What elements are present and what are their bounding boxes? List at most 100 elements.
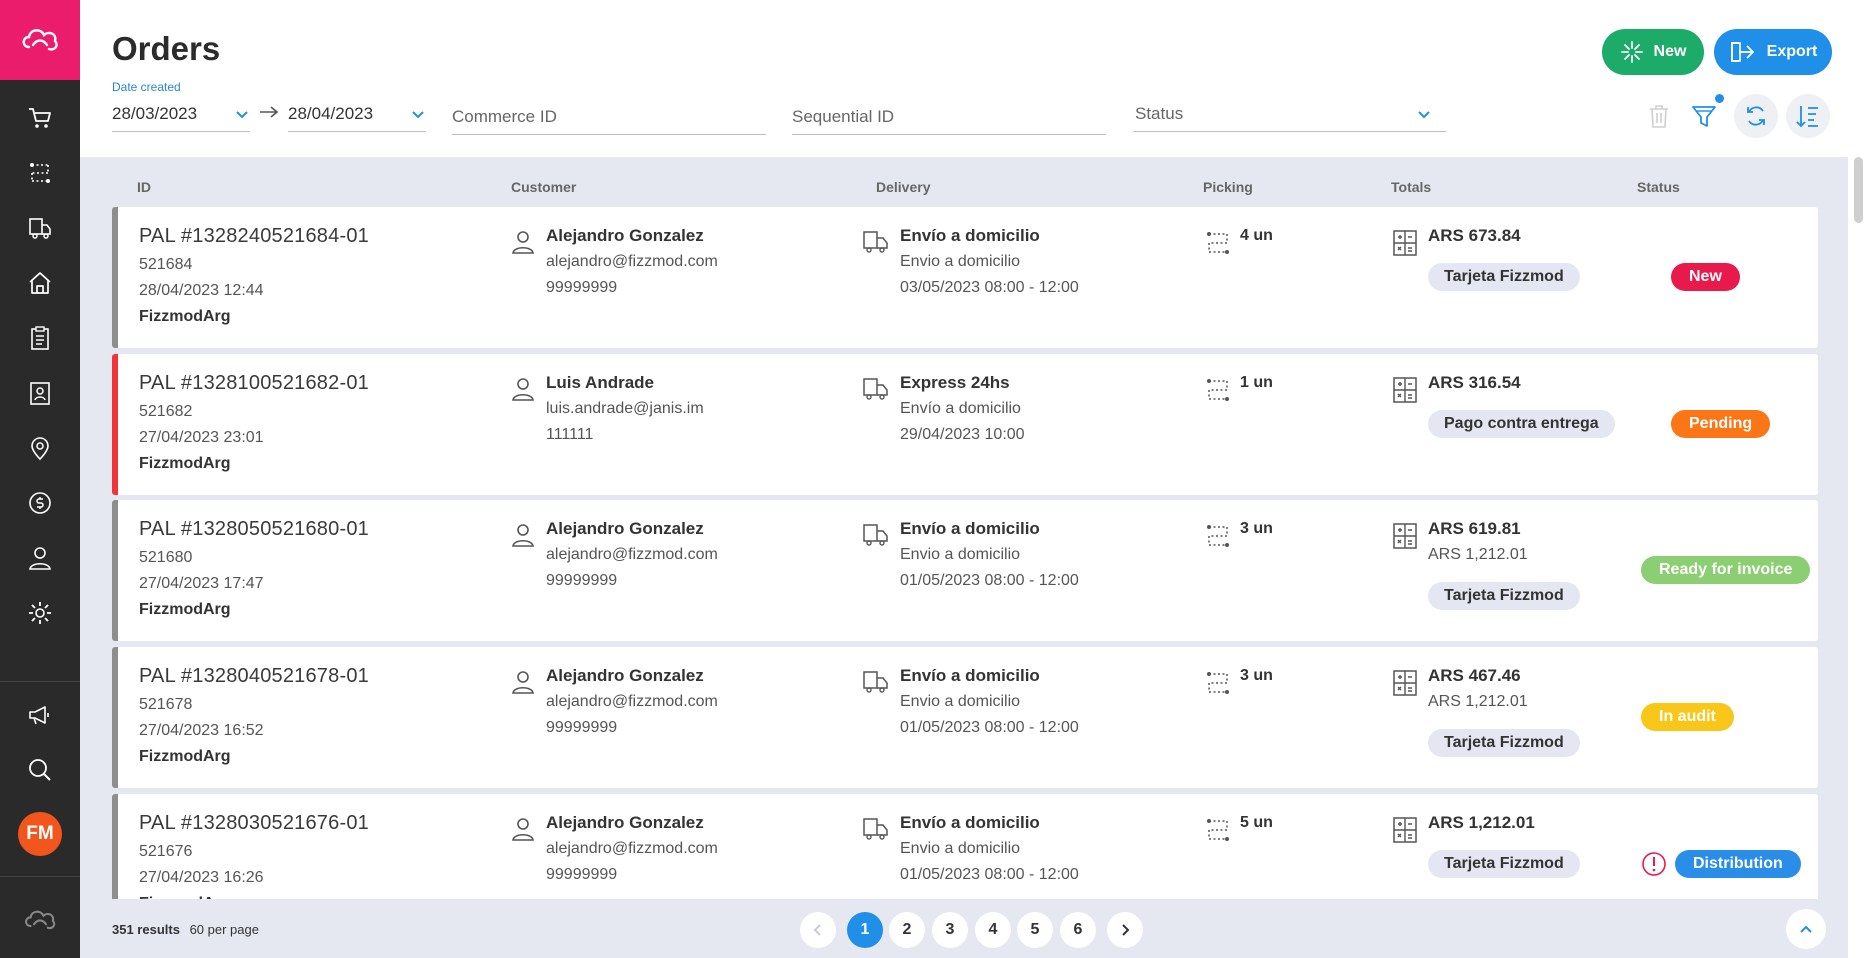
sort-button[interactable] <box>1786 94 1830 138</box>
page-button-1[interactable]: 1 <box>847 912 883 948</box>
scrollbar-thumb[interactable] <box>1854 157 1863 223</box>
page-button-2[interactable]: 2 <box>889 912 925 948</box>
row-status-bar <box>112 207 118 348</box>
commerce-id-placeholder: Commerce ID <box>452 106 557 126</box>
delivery-type: Envío a domicilio <box>900 666 1040 685</box>
sequential-id-input[interactable]: Sequential ID <box>792 99 1106 135</box>
order-row[interactable]: PAL #1328040521678-01 521678 27/04/2023 … <box>112 647 1818 788</box>
nav-announcements[interactable] <box>0 693 80 737</box>
status-badge: Pending <box>1671 410 1771 438</box>
page-title: Orders <box>112 30 221 67</box>
brand-logo[interactable] <box>0 0 80 80</box>
chevron-right-icon <box>1122 924 1130 936</box>
col-header-picking[interactable]: Picking <box>1203 179 1253 195</box>
customer-email: alejandro@fizzmod.com <box>546 253 718 270</box>
order-account: FizzmodArg <box>139 308 231 325</box>
order-total: ARS 673.84 <box>1428 226 1521 245</box>
col-header-delivery[interactable]: Delivery <box>876 179 930 195</box>
refresh-icon <box>1747 106 1765 126</box>
customer-icon <box>512 378 534 401</box>
payment-method-pill: Tarjeta Fizzmod <box>1428 850 1580 878</box>
nav-tasks[interactable] <box>0 316 80 360</box>
user-avatar[interactable]: FM <box>18 812 62 856</box>
prev-page-button[interactable] <box>800 912 836 948</box>
sidebar-divider <box>0 681 80 682</box>
scroll-to-top-button[interactable] <box>1786 909 1826 949</box>
delivery-window: 01/05/2023 08:00 - 12:00 <box>900 866 1079 883</box>
status-select[interactable]: Status <box>1133 96 1446 132</box>
delivery-cell: Express 24hs Envío a domicilio 29/04/202… <box>900 370 1025 448</box>
sort-icon <box>1796 106 1818 128</box>
nav-orders[interactable] <box>0 96 80 140</box>
nav-delivery[interactable] <box>0 206 80 250</box>
status-badge: New <box>1671 263 1740 291</box>
customer-icon <box>512 671 534 694</box>
customer-cell: Alejandro Gonzalez alejandro@fizzmod.com… <box>546 663 718 741</box>
order-id-cell: PAL #1328030521676-01 521676 27/04/2023 … <box>139 812 369 913</box>
nav-picking[interactable] <box>0 151 80 195</box>
nav-staff[interactable] <box>0 371 80 415</box>
route-icon <box>30 163 50 183</box>
page-button-3[interactable]: 3 <box>932 912 968 948</box>
route-icon <box>1207 232 1229 254</box>
date-to-field[interactable]: 28/04/2023 <box>288 96 426 132</box>
status-badge: In audit <box>1641 703 1734 731</box>
route-icon <box>1207 672 1229 694</box>
delivery-type: Express 24hs <box>900 373 1010 392</box>
nav-users[interactable] <box>0 536 80 580</box>
customer-phone: 99999999 <box>546 279 618 296</box>
page-button-5[interactable]: 5 <box>1017 912 1053 948</box>
nav-billing[interactable] <box>0 481 80 525</box>
page-button-4[interactable]: 4 <box>975 912 1011 948</box>
order-id[interactable]: PAL #1328100521682-01 <box>139 372 369 395</box>
date-from-field[interactable]: 28/03/2023 <box>112 96 250 132</box>
col-header-customer[interactable]: Customer <box>511 179 576 195</box>
truck-icon <box>863 524 888 546</box>
customer-cell: Alejandro Gonzalez alejandro@fizzmod.com… <box>546 516 718 594</box>
order-row[interactable]: PAL #1328240521684-01 521684 28/04/2023 … <box>112 207 1818 348</box>
chevron-up-icon <box>1800 925 1812 933</box>
per-page[interactable]: 60 per page <box>190 922 259 937</box>
order-seq: 521682 <box>139 403 193 420</box>
nav-locations[interactable] <box>0 426 80 470</box>
refresh-button[interactable] <box>1734 94 1778 138</box>
col-header-status[interactable]: Status <box>1637 179 1680 195</box>
nav-search[interactable] <box>0 748 80 792</box>
delivery-cell: Envío a domicilio Envio a domicilio 01/0… <box>900 810 1079 888</box>
export-button[interactable]: Export <box>1714 29 1832 75</box>
order-id[interactable]: PAL #1328040521678-01 <box>139 665 369 688</box>
customer-cell: Alejandro Gonzalez alejandro@fizzmod.com… <box>546 223 718 301</box>
order-date: 27/04/2023 17:47 <box>139 575 264 592</box>
cart-icon <box>29 108 51 128</box>
page-button-6[interactable]: 6 <box>1060 912 1096 948</box>
delete-button[interactable] <box>1637 94 1681 138</box>
payment-method-pill: Pago contra entrega <box>1428 410 1615 438</box>
scrollbar-track[interactable] <box>1852 157 1864 958</box>
order-id[interactable]: PAL #1328240521684-01 <box>139 225 369 248</box>
order-id-cell: PAL #1328240521684-01 521684 28/04/2023 … <box>139 225 369 326</box>
customer-phone: 99999999 <box>546 572 618 589</box>
nav-settings[interactable] <box>0 591 80 635</box>
order-total: ARS 316.54 <box>1428 373 1521 392</box>
order-row[interactable]: PAL #1328050521680-01 521680 27/04/2023 … <box>112 500 1818 641</box>
order-row[interactable]: PAL #1328100521682-01 521682 27/04/2023 … <box>112 354 1818 495</box>
filter-icon <box>1692 106 1716 127</box>
search-icon <box>29 759 51 781</box>
new-order-button[interactable]: New <box>1602 29 1704 75</box>
col-header-id[interactable]: ID <box>137 179 151 195</box>
arrow-right-icon <box>260 106 279 118</box>
user-icon <box>29 547 51 570</box>
customer-name: Luis Andrade <box>546 373 654 392</box>
gear-icon <box>29 602 51 624</box>
order-id[interactable]: PAL #1328030521676-01 <box>139 812 369 835</box>
next-page-button[interactable] <box>1107 912 1143 948</box>
results-count: 351 results <box>112 922 180 937</box>
customer-icon <box>512 524 534 547</box>
order-id-cell: PAL #1328050521680-01 521680 27/04/2023 … <box>139 518 369 619</box>
order-id[interactable]: PAL #1328050521680-01 <box>139 518 369 541</box>
route-icon <box>1207 819 1229 841</box>
commerce-id-input[interactable]: Commerce ID <box>452 99 766 135</box>
nav-home[interactable] <box>0 261 80 305</box>
col-header-totals[interactable]: Totals <box>1391 179 1431 195</box>
warning-icon[interactable] <box>1641 851 1667 877</box>
